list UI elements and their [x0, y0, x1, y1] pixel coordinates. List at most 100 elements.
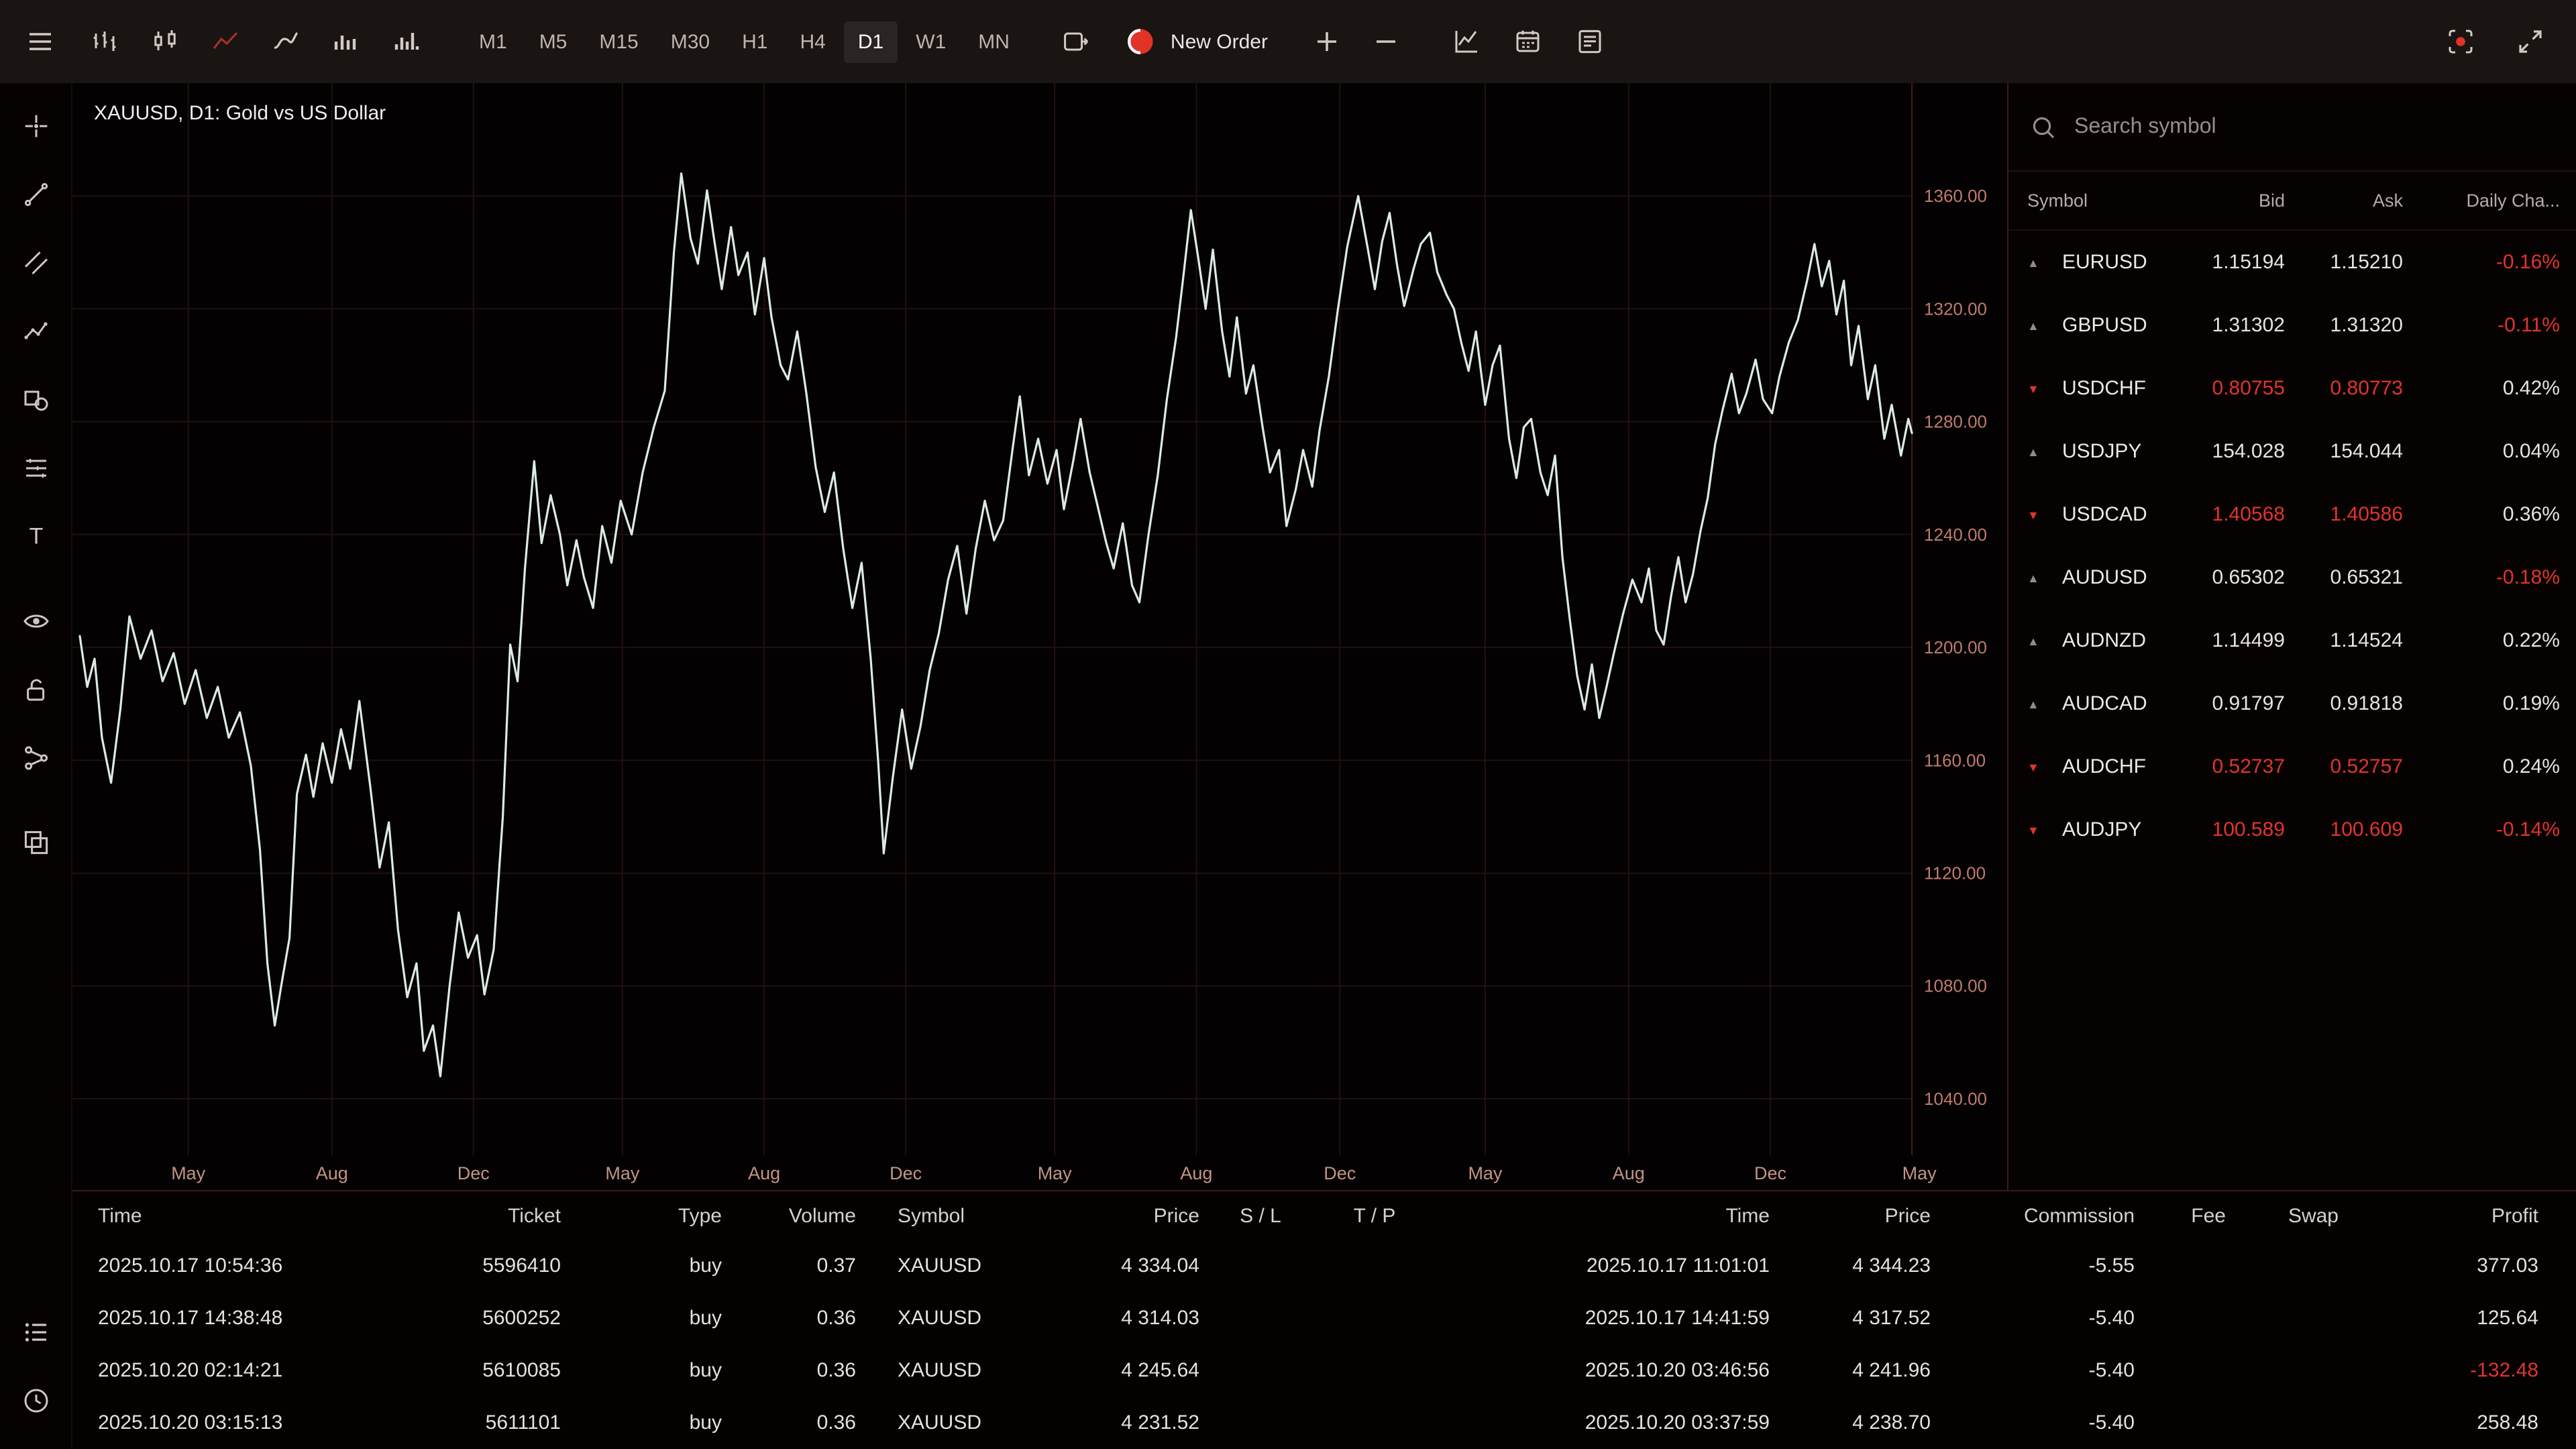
toolbar-right-group — [2436, 17, 2555, 66]
windows-icon — [21, 827, 50, 857]
timeframe-m1[interactable]: M1 — [466, 21, 521, 62]
timeframe-m30[interactable]: M30 — [657, 21, 723, 62]
crosshair-icon — [21, 111, 50, 140]
history-column-symbol[interactable]: Symbol — [864, 1204, 1046, 1227]
daily-change-value: 0.36% — [2403, 503, 2560, 526]
unlock-button[interactable] — [1, 655, 70, 723]
zoom-out-button[interactable] — [1362, 17, 1410, 66]
history-column-type[interactable]: Type — [569, 1204, 730, 1227]
market-watch-row[interactable]: ▲EURUSD1.151941.15210-0.16% — [2008, 231, 2576, 294]
timeframe-mn[interactable]: MN — [965, 21, 1023, 62]
history-row[interactable]: 2025.10.17 10:54:365596410buy0.37XAUUSD4… — [72, 1240, 2545, 1292]
history-column-ticket[interactable]: Ticket — [322, 1204, 569, 1227]
candles-chart-button[interactable] — [141, 17, 189, 66]
indicators-button[interactable] — [1442, 17, 1491, 66]
timeframe-d1[interactable]: D1 — [845, 21, 897, 62]
shapes-button[interactable] — [1, 365, 70, 433]
objects-list-button[interactable] — [1, 723, 70, 792]
chart-title: XAUUSD, D1: Gold vs US Dollar — [94, 102, 386, 125]
history-column-close-time[interactable]: Time — [1436, 1204, 1778, 1227]
history-column-profit[interactable]: Profit — [2347, 1204, 2545, 1227]
history-row[interactable]: 2025.10.17 14:38:485600252buy0.36XAUUSD4… — [72, 1292, 2545, 1344]
timeframe-h4[interactable]: H4 — [787, 21, 839, 62]
trading-terminal: M1M5M15M30H1H4D1W1MN New Order — [0, 0, 2576, 1449]
history-symbol: XAUUSD — [864, 1254, 1046, 1277]
channel-button[interactable] — [1, 228, 70, 297]
line-chart-button[interactable] — [201, 17, 250, 66]
text-tool-button[interactable]: T — [1, 502, 70, 570]
history-column-time[interactable]: Time — [72, 1204, 322, 1227]
fibonacci-button[interactable] — [1, 297, 70, 365]
market-watch-row[interactable]: ▲USDJPY154.028154.0440.04% — [2008, 420, 2576, 483]
windows-button[interactable] — [1, 808, 70, 876]
history-column-close-price[interactable]: Price — [1778, 1204, 1939, 1227]
crosshair-button[interactable] — [1, 91, 70, 160]
new-order-button[interactable]: New Order — [1125, 25, 1268, 58]
history-column-swap[interactable]: Swap — [2234, 1204, 2347, 1227]
market-watch-row[interactable]: ▲AUDUSD0.653020.65321-0.18% — [2008, 546, 2576, 609]
history-row[interactable]: 2025.10.20 02:14:215610085buy0.36XAUUSD4… — [72, 1344, 2545, 1397]
trendline-button[interactable] — [1, 160, 70, 228]
market-watch-row[interactable]: ▼AUDJPY100.589100.609-0.14% — [2008, 798, 2576, 861]
levels-button[interactable] — [1, 433, 70, 502]
fullscreen-button[interactable] — [2506, 17, 2555, 66]
ask-value: 1.31320 — [2285, 314, 2403, 337]
spline-chart-button[interactable] — [262, 17, 310, 66]
screenshot-icon — [2446, 27, 2475, 56]
trade-list-button[interactable] — [1, 1297, 70, 1366]
chart-shift-button[interactable] — [1053, 17, 1101, 66]
svg-text:Dec: Dec — [1754, 1163, 1786, 1183]
timeframe-h1[interactable]: H1 — [729, 21, 781, 62]
market-watch-row[interactable]: ▲AUDCAD0.917970.918180.19% — [2008, 672, 2576, 735]
history-row[interactable]: 2025.10.20 03:15:135611101buy0.36XAUUSD4… — [72, 1397, 2545, 1449]
history-ticket: 5600252 — [322, 1307, 569, 1330]
price-chart-svg[interactable]: 1360.001320.001280.001240.001200.001160.… — [72, 83, 2007, 1190]
bars-chart-button[interactable] — [80, 17, 129, 66]
volume-button[interactable] — [322, 17, 370, 66]
history-column-fee[interactable]: Fee — [2143, 1204, 2234, 1227]
history-column-sl[interactable]: S / L — [1208, 1204, 1322, 1227]
zoom-out-icon — [1371, 27, 1401, 56]
tick-volume-button[interactable] — [382, 17, 431, 66]
news-button[interactable] — [1566, 17, 1614, 66]
trend-up-icon: ▲ — [2027, 634, 2062, 647]
bid-value: 1.31302 — [2202, 314, 2285, 337]
history-price: 4 245.64 — [1046, 1359, 1208, 1382]
column-daily-change[interactable]: Daily Cha... — [2403, 191, 2560, 211]
search-icon — [2030, 113, 2057, 140]
market-watch-row[interactable]: ▼USDCAD1.405681.405860.36% — [2008, 483, 2576, 546]
history-column-commission[interactable]: Commission — [1939, 1204, 2143, 1227]
market-watch-row[interactable]: ▼AUDCHF0.527370.527570.24% — [2008, 735, 2576, 798]
screenshot-button[interactable] — [2436, 17, 2485, 66]
column-bid[interactable]: Bid — [2202, 191, 2285, 211]
zoom-in-button[interactable] — [1303, 17, 1351, 66]
history-column-volume[interactable]: Volume — [730, 1204, 864, 1227]
history-symbol: XAUUSD — [864, 1307, 1046, 1330]
timeframe-m5[interactable]: M5 — [526, 21, 581, 62]
object-visibility-button[interactable] — [1, 586, 70, 655]
history-column-tp[interactable]: T / P — [1322, 1204, 1436, 1227]
column-ask[interactable]: Ask — [2285, 191, 2403, 211]
chart-area[interactable]: 1360.001320.001280.001240.001200.001160.… — [72, 83, 2007, 1190]
market-watch-row[interactable]: ▼USDCHF0.807550.807730.42% — [2008, 357, 2576, 420]
timeframe-m15[interactable]: M15 — [586, 21, 651, 62]
search-input[interactable] — [2074, 115, 2555, 139]
symbol-name: AUDUSD — [2062, 566, 2202, 589]
history-column-price[interactable]: Price — [1046, 1204, 1208, 1227]
column-symbol[interactable]: Symbol — [2027, 191, 2202, 211]
timeframe-w1[interactable]: W1 — [902, 21, 959, 62]
sidebar-bottom-group — [1, 1297, 70, 1434]
svg-text:May: May — [1038, 1163, 1072, 1183]
market-watch-row[interactable]: ▲GBPUSD1.313021.31320-0.11% — [2008, 294, 2576, 357]
history-type: buy — [569, 1359, 730, 1382]
history-clock-button[interactable] — [1, 1366, 70, 1434]
fibonacci-icon — [21, 316, 50, 345]
history-symbol: XAUUSD — [864, 1359, 1046, 1382]
menu-button[interactable] — [16, 17, 64, 66]
calendar-button[interactable] — [1504, 17, 1552, 66]
market-watch-row[interactable]: ▲AUDNZD1.144991.145240.22% — [2008, 609, 2576, 672]
svg-text:1240.00: 1240.00 — [1924, 525, 1987, 545]
ask-value: 100.609 — [2285, 818, 2403, 841]
history-time: 2025.10.17 14:38:48 — [72, 1307, 322, 1330]
history-profit: 377.03 — [2347, 1254, 2545, 1277]
